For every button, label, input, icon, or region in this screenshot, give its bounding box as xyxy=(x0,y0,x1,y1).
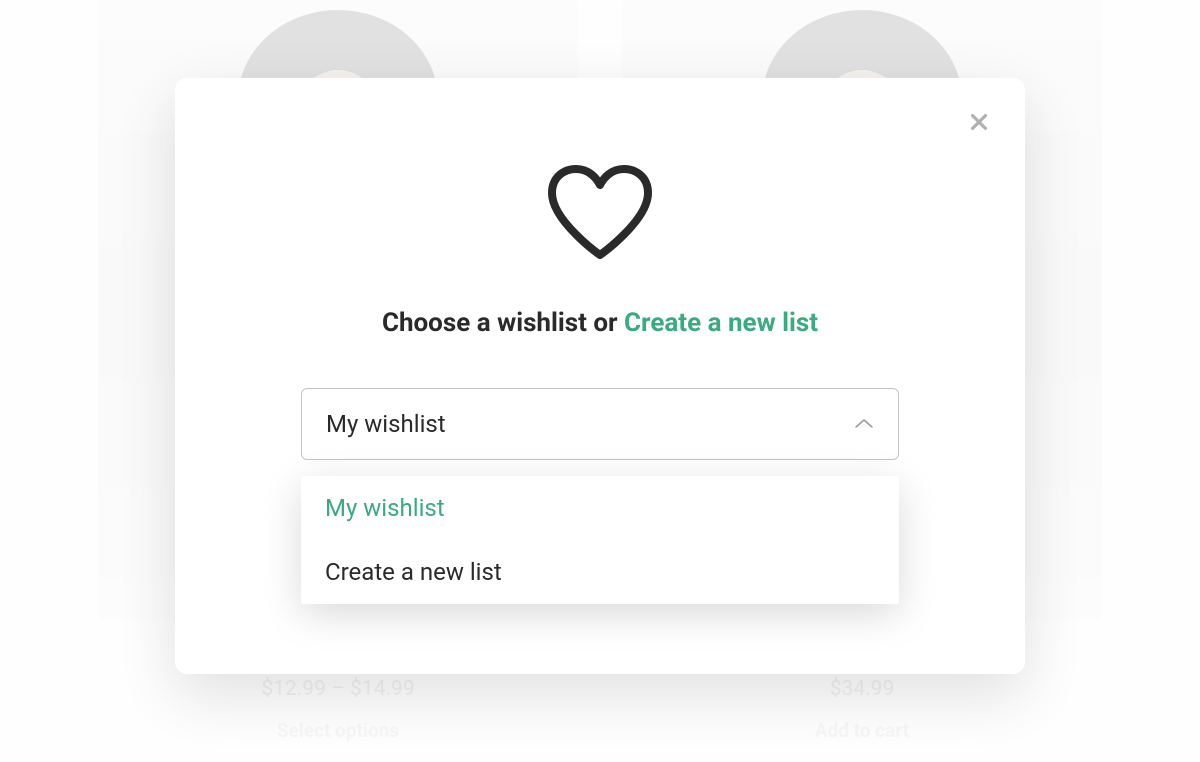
modal-title-text: Choose a wishlist or xyxy=(382,308,624,338)
wishlist-select-trigger[interactable]: My wishlist xyxy=(301,388,899,460)
wishlist-dropdown: My wishlist Create a new list xyxy=(301,476,899,604)
modal-title: Choose a wishlist or Create a new list xyxy=(215,308,985,338)
close-icon xyxy=(968,111,990,133)
close-button[interactable] xyxy=(963,106,995,138)
wishlist-option-create-new[interactable]: Create a new list xyxy=(301,540,899,604)
wishlist-modal: Choose a wishlist or Create a new list M… xyxy=(175,78,1025,674)
wishlist-select: My wishlist My wishlist Create a new lis… xyxy=(301,388,899,460)
create-new-list-link[interactable]: Create a new list xyxy=(624,308,818,338)
wishlist-selected-value: My wishlist xyxy=(326,410,446,438)
chevron-up-icon xyxy=(854,418,874,430)
wishlist-option-my-wishlist[interactable]: My wishlist xyxy=(301,476,899,540)
heart-icon xyxy=(540,158,660,268)
